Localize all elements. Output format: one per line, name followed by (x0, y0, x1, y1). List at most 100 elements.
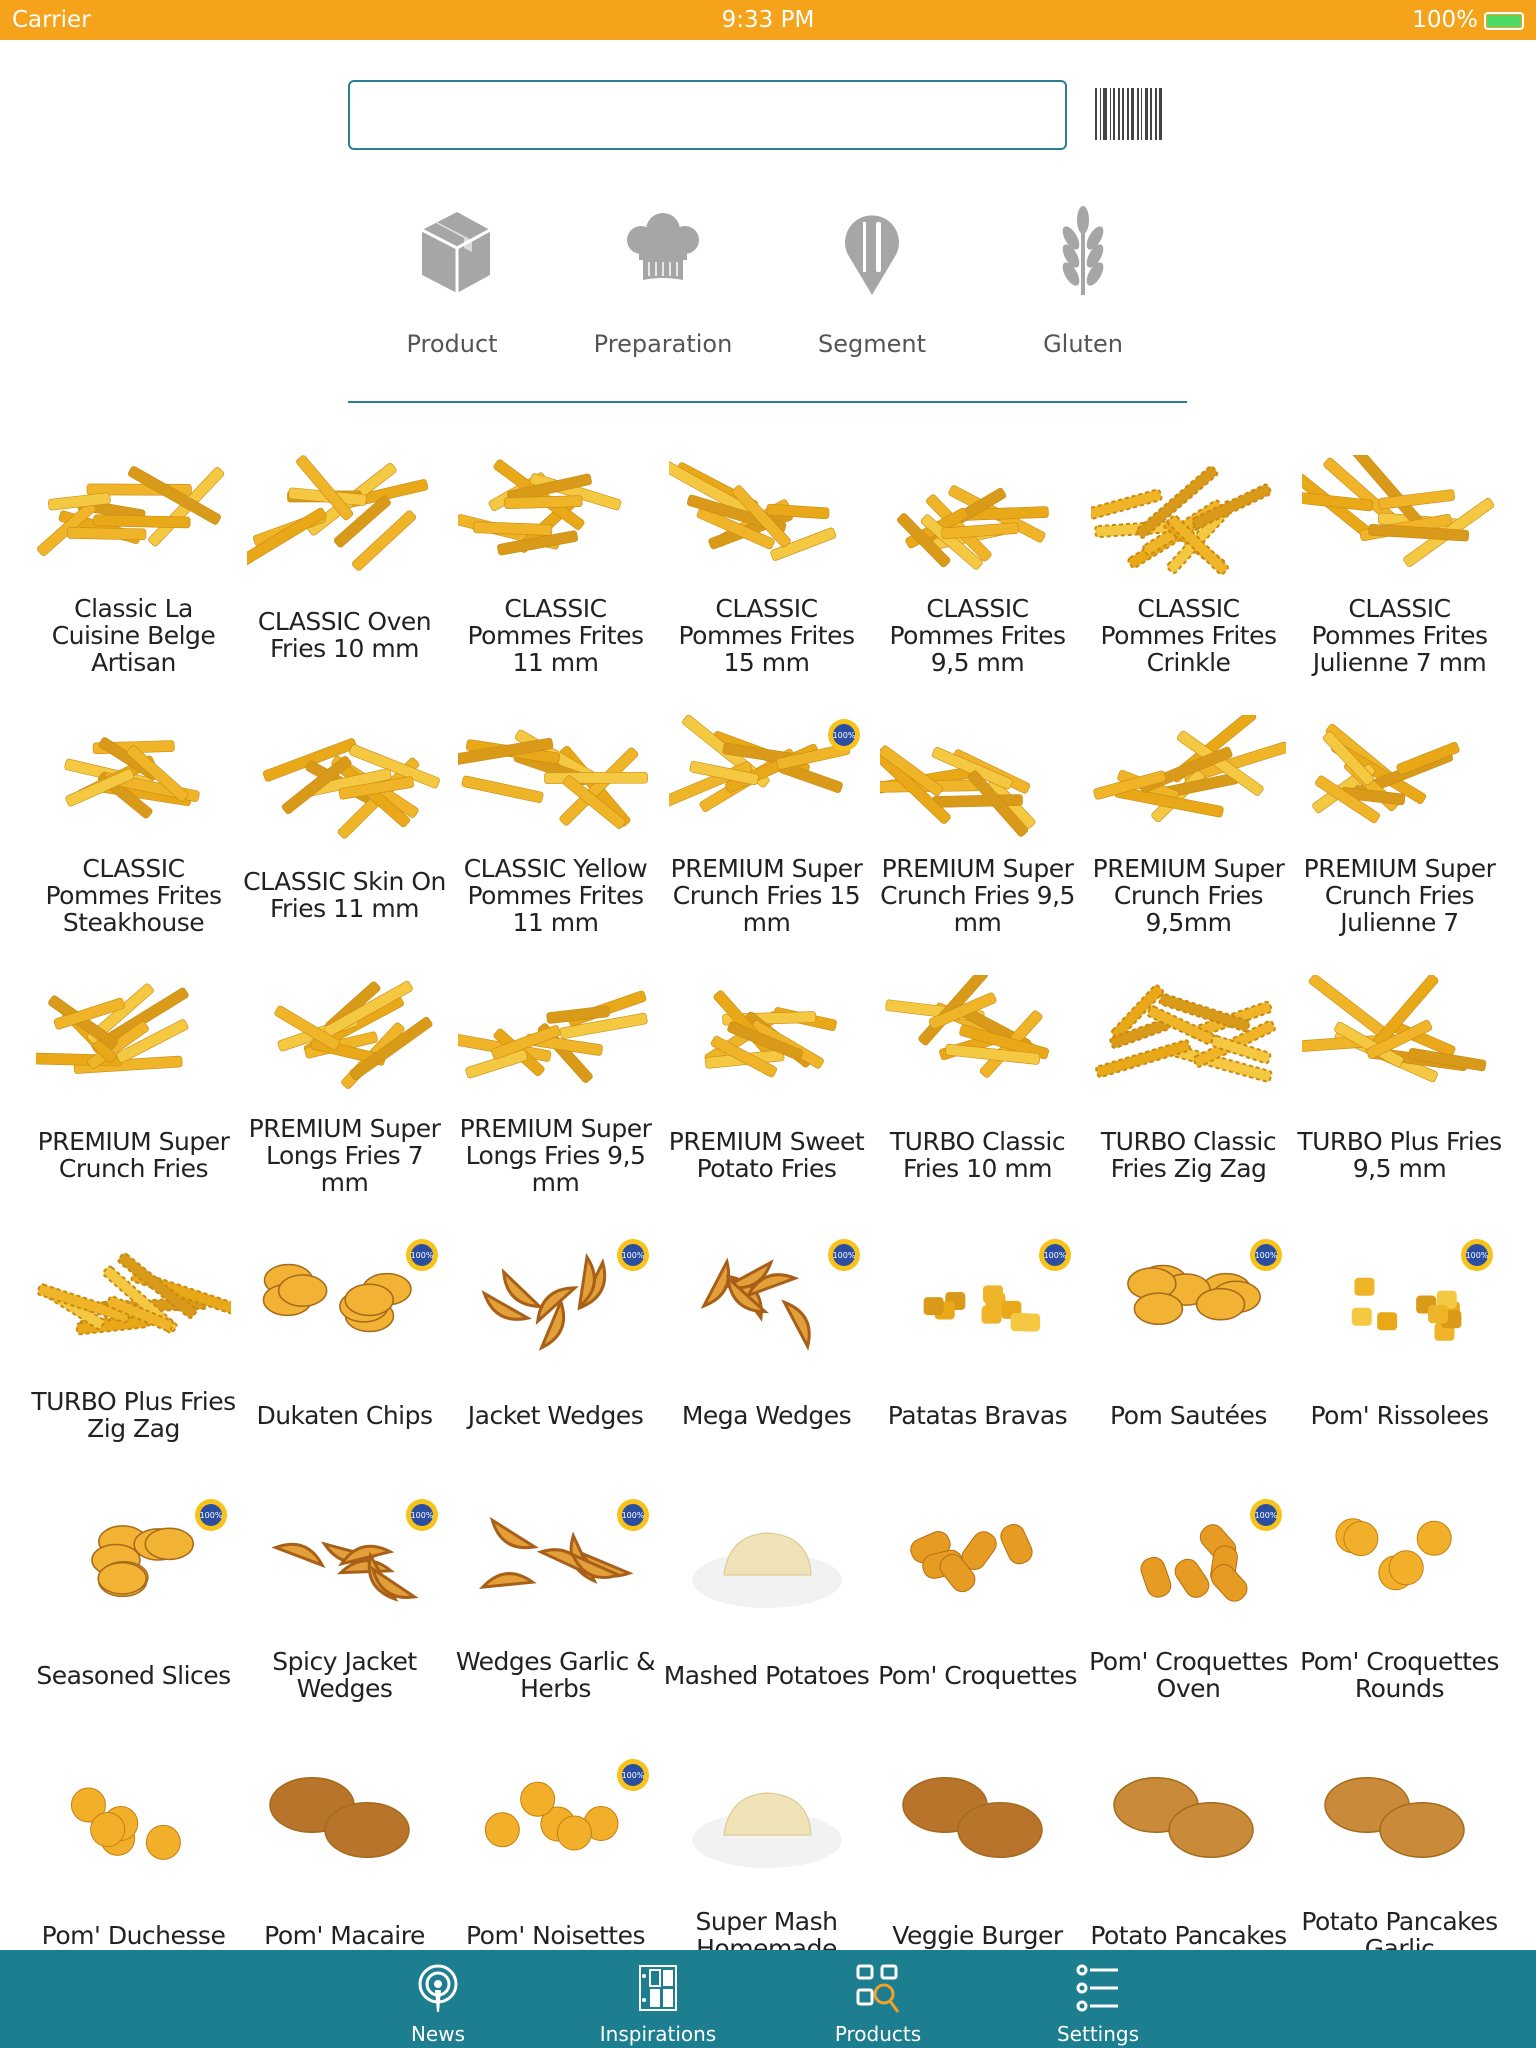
product-name: CLASSIC Pommes Frites 11 mm (467, 593, 644, 677)
svg-text:100%: 100% (411, 1251, 434, 1260)
product-item[interactable]: CLASSIC Pommes Frites 11 mm (450, 455, 661, 715)
product-item[interactable]: TURBO Plus Fries 9,5 mm (1294, 975, 1505, 1235)
podcast-icon (418, 1964, 458, 2012)
product-item[interactable]: 100% Mega Wedges (661, 1235, 872, 1495)
product-item[interactable]: CLASSIC Skin On Fries 11 mm (239, 715, 450, 975)
svg-text:100%: 100% (1044, 1251, 1067, 1260)
product-name: CLASSIC Pommes Frites Steakhouse (45, 853, 222, 937)
category-product[interactable]: Product (352, 200, 552, 358)
svg-text:100%: 100% (1466, 1251, 1489, 1260)
category-gluten[interactable]: Gluten (983, 200, 1183, 358)
product-image-fries (880, 745, 1036, 837)
product-image-croquettes: 100% (1140, 1499, 1282, 1602)
quality-badge-icon: 100% (406, 1499, 438, 1531)
product-image-fries: 100% (669, 715, 860, 812)
product-item[interactable]: Pom' Croquettes Rounds (1294, 1495, 1505, 1755)
product-name: CLASSIC Yellow Pommes Frites 11 mm (463, 853, 648, 937)
product-item[interactable]: Pom' Croquettes (872, 1495, 1083, 1755)
product-item[interactable]: TURBO Plus Fries Zig Zag (28, 1235, 239, 1495)
product-item[interactable]: 100% Wedges Garlic & Herbs (450, 1495, 661, 1755)
product-item[interactable]: CLASSIC Pommes Frites 15 mm (661, 455, 872, 715)
search-input[interactable] (348, 80, 1067, 150)
tab-news[interactable]: News (328, 1950, 548, 2048)
product-name: CLASSIC Oven Fries 10 mm (257, 607, 432, 663)
product-item[interactable]: PREMIUM Super Crunch Fries 9,5 mm (872, 715, 1083, 975)
product-item[interactable]: 100% Dukaten Chips (239, 1235, 450, 1495)
product-item[interactable]: Classic La Cuisine Belge Artisan (28, 455, 239, 715)
quality-badge-icon: 100% (828, 719, 860, 751)
svg-text:100%: 100% (200, 1511, 223, 1520)
product-item[interactable]: CLASSIC Pommes Frites 9,5 mm (872, 455, 1083, 715)
product-item[interactable]: TURBO Classic Fries Zig Zag (1083, 975, 1294, 1235)
product-item[interactable]: Mashed Potatoes (661, 1495, 872, 1755)
product-name: Pom Sautées (1110, 1400, 1267, 1430)
product-item[interactable]: PREMIUM Super Crunch Fries (28, 975, 239, 1235)
layout-icon (639, 1965, 677, 2011)
product-name: TURBO Classic Fries Zig Zag (1100, 1127, 1277, 1183)
product-item[interactable]: CLASSIC Oven Fries 10 mm (239, 455, 450, 715)
product-image-balls (1335, 1518, 1452, 1591)
product-name: Pom' Croquettes Oven (1089, 1647, 1288, 1703)
product-name: Patatas Bravas (887, 1400, 1068, 1430)
product-item[interactable]: 100% Jacket Wedges (450, 1235, 661, 1495)
product-item[interactable]: TURBO Classic Fries 10 mm (872, 975, 1083, 1235)
wheat-icon (1062, 206, 1104, 295)
product-item[interactable]: PREMIUM Super Longs Fries 9,5 mm (450, 975, 661, 1235)
product-name: Wedges Garlic & Herbs (455, 1647, 656, 1703)
tab-label: Settings (1056, 2022, 1140, 2046)
svg-text:100%: 100% (622, 1771, 645, 1780)
category-preparation[interactable]: Preparation (563, 200, 763, 358)
svg-text:100%: 100% (622, 1251, 645, 1260)
product-item[interactable]: 100% PREMIUM Super Crunch Fries 15 mm (661, 715, 872, 975)
product-name: CLASSIC Pommes Frites Crinkle (1100, 593, 1277, 677)
product-name: Dukaten Chips (256, 1400, 433, 1430)
product-image-patty (269, 1776, 410, 1859)
product-image-fries (1302, 455, 1495, 567)
category-segment[interactable]: Segment (772, 200, 972, 358)
product-name: PREMIUM Super Crunch Fries Julienne 7 (1303, 853, 1496, 937)
barcode-icon[interactable] (1095, 88, 1165, 140)
tab-inspirations[interactable]: Inspirations (548, 1950, 768, 2048)
product-image-fries (1093, 715, 1286, 823)
tab-label: Inspirations (599, 2022, 717, 2046)
product-item[interactable]: 100% Pom Sautées (1083, 1235, 1294, 1495)
category-label: Segment (818, 330, 926, 358)
product-item[interactable]: CLASSIC Pommes Frites Julienne 7 mm (1294, 455, 1505, 715)
tab-settings[interactable]: Settings (988, 1950, 1208, 2048)
svg-text:100%: 100% (833, 731, 856, 740)
product-item[interactable]: PREMIUM Super Crunch Fries 9,5mm (1083, 715, 1294, 975)
product-image-fries (1312, 723, 1460, 824)
product-item[interactable]: 100% Seasoned Slices (28, 1495, 239, 1755)
checklist-icon (1076, 1964, 1118, 2012)
product-name: PREMIUM Super Longs Fries 7 mm (248, 1113, 441, 1197)
product-item[interactable]: PREMIUM Super Longs Fries 7 mm (239, 975, 450, 1235)
product-name: PREMIUM Super Crunch Fries 9,5 mm (880, 853, 1075, 937)
product-image-mash (692, 1792, 842, 1868)
battery-icon (1484, 11, 1524, 30)
quality-badge-icon: 100% (406, 1239, 438, 1271)
box-icon (421, 212, 491, 293)
product-name: Mashed Potatoes (663, 1660, 870, 1690)
product-item[interactable]: PREMIUM Sweet Potato Fries (661, 975, 872, 1235)
product-item[interactable]: 100% Pom' Croquettes Oven (1083, 1495, 1294, 1755)
tab-products[interactable]: Products (768, 1950, 988, 2048)
product-item[interactable]: CLASSIC Pommes Frites Crinkle (1083, 455, 1294, 715)
product-image-fries (669, 456, 837, 561)
product-image-fries (458, 459, 622, 556)
product-image-wedges: 100% (700, 1239, 860, 1351)
product-image-crinkle (1091, 465, 1272, 576)
product-image-slices: 100% (262, 1239, 438, 1333)
product-item[interactable]: PREMIUM Super Crunch Fries Julienne 7 (1294, 715, 1505, 975)
product-name: CLASSIC Skin On Fries 11 mm (243, 867, 446, 923)
product-item[interactable]: 100% Pom' Rissolees (1294, 1235, 1505, 1495)
product-image-cubes: 100% (1351, 1239, 1493, 1341)
product-item[interactable]: CLASSIC Pommes Frites Steakhouse (28, 715, 239, 975)
product-image-slices: 100% (91, 1499, 227, 1598)
product-item[interactable]: 100% Spicy Jacket Wedges (239, 1495, 450, 1755)
product-item[interactable]: 100% Patatas Bravas (872, 1235, 1083, 1495)
category-label: Preparation (593, 330, 733, 358)
product-name: Spicy Jacket Wedges (272, 1647, 417, 1703)
product-image-cubes: 100% (923, 1239, 1071, 1332)
battery-percent: 100% (1412, 7, 1478, 33)
product-item[interactable]: CLASSIC Yellow Pommes Frites 11 mm (450, 715, 661, 975)
